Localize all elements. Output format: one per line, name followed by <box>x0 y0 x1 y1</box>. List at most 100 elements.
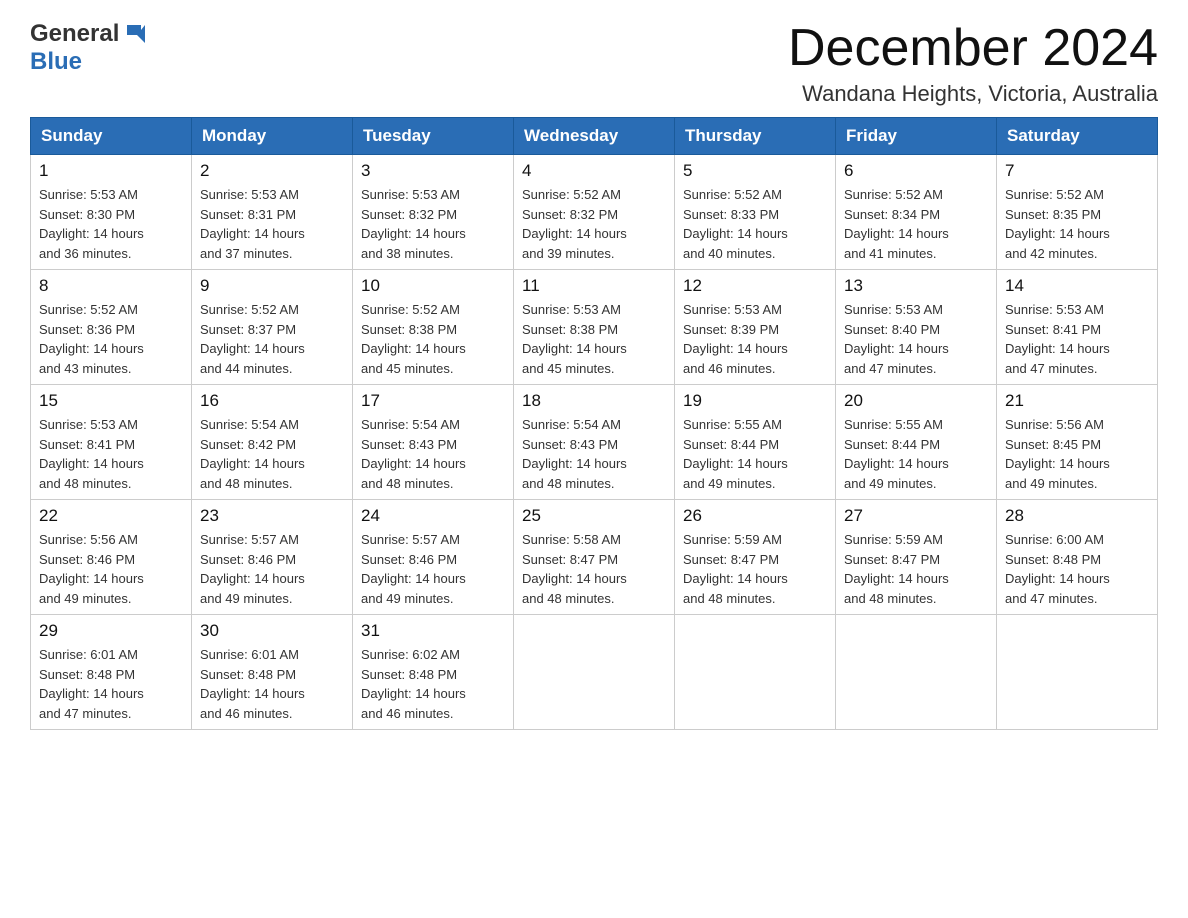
logo-general-text: General <box>30 20 119 48</box>
day-number: 15 <box>39 391 183 411</box>
col-tuesday: Tuesday <box>353 118 514 155</box>
day-info: Sunrise: 5:52 AM Sunset: 8:34 PM Dayligh… <box>844 185 988 263</box>
day-info: Sunrise: 5:58 AM Sunset: 8:47 PM Dayligh… <box>522 530 666 608</box>
day-number: 25 <box>522 506 666 526</box>
calendar-cell: 31 Sunrise: 6:02 AM Sunset: 8:48 PM Dayl… <box>353 615 514 730</box>
calendar-cell: 19 Sunrise: 5:55 AM Sunset: 8:44 PM Dayl… <box>675 385 836 500</box>
calendar-cell: 17 Sunrise: 5:54 AM Sunset: 8:43 PM Dayl… <box>353 385 514 500</box>
calendar-cell: 30 Sunrise: 6:01 AM Sunset: 8:48 PM Dayl… <box>192 615 353 730</box>
day-number: 20 <box>844 391 988 411</box>
day-number: 5 <box>683 161 827 181</box>
day-number: 8 <box>39 276 183 296</box>
day-info: Sunrise: 5:56 AM Sunset: 8:46 PM Dayligh… <box>39 530 183 608</box>
calendar-cell: 22 Sunrise: 5:56 AM Sunset: 8:46 PM Dayl… <box>31 500 192 615</box>
day-number: 12 <box>683 276 827 296</box>
calendar-cell: 1 Sunrise: 5:53 AM Sunset: 8:30 PM Dayli… <box>31 155 192 270</box>
calendar-cell: 9 Sunrise: 5:52 AM Sunset: 8:37 PM Dayli… <box>192 270 353 385</box>
day-number: 1 <box>39 161 183 181</box>
day-info: Sunrise: 5:52 AM Sunset: 8:32 PM Dayligh… <box>522 185 666 263</box>
day-info: Sunrise: 5:53 AM Sunset: 8:41 PM Dayligh… <box>39 415 183 493</box>
day-number: 30 <box>200 621 344 641</box>
calendar-cell: 13 Sunrise: 5:53 AM Sunset: 8:40 PM Dayl… <box>836 270 997 385</box>
col-wednesday: Wednesday <box>514 118 675 155</box>
day-info: Sunrise: 5:59 AM Sunset: 8:47 PM Dayligh… <box>844 530 988 608</box>
day-number: 9 <box>200 276 344 296</box>
calendar-cell: 23 Sunrise: 5:57 AM Sunset: 8:46 PM Dayl… <box>192 500 353 615</box>
day-number: 2 <box>200 161 344 181</box>
day-number: 13 <box>844 276 988 296</box>
day-number: 31 <box>361 621 505 641</box>
day-number: 29 <box>39 621 183 641</box>
day-number: 10 <box>361 276 505 296</box>
calendar-week-row-1: 1 Sunrise: 5:53 AM Sunset: 8:30 PM Dayli… <box>31 155 1158 270</box>
day-number: 24 <box>361 506 505 526</box>
calendar-subtitle: Wandana Heights, Victoria, Australia <box>788 81 1158 107</box>
day-info: Sunrise: 5:52 AM Sunset: 8:36 PM Dayligh… <box>39 300 183 378</box>
day-number: 7 <box>1005 161 1149 181</box>
page-header: General Blue December 2024 Wandana Heigh… <box>30 20 1158 107</box>
day-info: Sunrise: 5:52 AM Sunset: 8:35 PM Dayligh… <box>1005 185 1149 263</box>
col-sunday: Sunday <box>31 118 192 155</box>
day-info: Sunrise: 5:53 AM Sunset: 8:31 PM Dayligh… <box>200 185 344 263</box>
calendar-cell: 5 Sunrise: 5:52 AM Sunset: 8:33 PM Dayli… <box>675 155 836 270</box>
calendar-cell: 24 Sunrise: 5:57 AM Sunset: 8:46 PM Dayl… <box>353 500 514 615</box>
day-info: Sunrise: 5:52 AM Sunset: 8:33 PM Dayligh… <box>683 185 827 263</box>
day-info: Sunrise: 6:01 AM Sunset: 8:48 PM Dayligh… <box>39 645 183 723</box>
calendar-cell: 18 Sunrise: 5:54 AM Sunset: 8:43 PM Dayl… <box>514 385 675 500</box>
col-friday: Friday <box>836 118 997 155</box>
calendar-cell: 11 Sunrise: 5:53 AM Sunset: 8:38 PM Dayl… <box>514 270 675 385</box>
calendar-table: Sunday Monday Tuesday Wednesday Thursday… <box>30 117 1158 730</box>
day-info: Sunrise: 5:54 AM Sunset: 8:43 PM Dayligh… <box>361 415 505 493</box>
day-info: Sunrise: 5:56 AM Sunset: 8:45 PM Dayligh… <box>1005 415 1149 493</box>
day-info: Sunrise: 5:59 AM Sunset: 8:47 PM Dayligh… <box>683 530 827 608</box>
day-number: 3 <box>361 161 505 181</box>
day-number: 27 <box>844 506 988 526</box>
calendar-cell: 28 Sunrise: 6:00 AM Sunset: 8:48 PM Dayl… <box>997 500 1158 615</box>
calendar-cell: 10 Sunrise: 5:52 AM Sunset: 8:38 PM Dayl… <box>353 270 514 385</box>
day-info: Sunrise: 6:02 AM Sunset: 8:48 PM Dayligh… <box>361 645 505 723</box>
calendar-cell: 27 Sunrise: 5:59 AM Sunset: 8:47 PM Dayl… <box>836 500 997 615</box>
calendar-cell: 25 Sunrise: 5:58 AM Sunset: 8:47 PM Dayl… <box>514 500 675 615</box>
calendar-cell: 29 Sunrise: 6:01 AM Sunset: 8:48 PM Dayl… <box>31 615 192 730</box>
day-info: Sunrise: 5:55 AM Sunset: 8:44 PM Dayligh… <box>683 415 827 493</box>
day-number: 23 <box>200 506 344 526</box>
day-info: Sunrise: 5:53 AM Sunset: 8:32 PM Dayligh… <box>361 185 505 263</box>
day-number: 26 <box>683 506 827 526</box>
calendar-cell <box>836 615 997 730</box>
day-info: Sunrise: 5:53 AM Sunset: 8:30 PM Dayligh… <box>39 185 183 263</box>
day-number: 6 <box>844 161 988 181</box>
calendar-cell: 12 Sunrise: 5:53 AM Sunset: 8:39 PM Dayl… <box>675 270 836 385</box>
calendar-week-row-4: 22 Sunrise: 5:56 AM Sunset: 8:46 PM Dayl… <box>31 500 1158 615</box>
day-number: 22 <box>39 506 183 526</box>
calendar-cell: 20 Sunrise: 5:55 AM Sunset: 8:44 PM Dayl… <box>836 385 997 500</box>
logo-blue-text: Blue <box>30 48 82 75</box>
day-number: 11 <box>522 276 666 296</box>
day-number: 4 <box>522 161 666 181</box>
logo-flag-icon <box>123 21 145 48</box>
day-number: 19 <box>683 391 827 411</box>
day-number: 28 <box>1005 506 1149 526</box>
calendar-cell: 15 Sunrise: 5:53 AM Sunset: 8:41 PM Dayl… <box>31 385 192 500</box>
calendar-cell <box>514 615 675 730</box>
calendar-cell: 3 Sunrise: 5:53 AM Sunset: 8:32 PM Dayli… <box>353 155 514 270</box>
calendar-cell: 16 Sunrise: 5:54 AM Sunset: 8:42 PM Dayl… <box>192 385 353 500</box>
title-block: December 2024 Wandana Heights, Victoria,… <box>788 20 1158 107</box>
day-info: Sunrise: 5:57 AM Sunset: 8:46 PM Dayligh… <box>200 530 344 608</box>
day-info: Sunrise: 5:53 AM Sunset: 8:40 PM Dayligh… <box>844 300 988 378</box>
col-thursday: Thursday <box>675 118 836 155</box>
calendar-cell: 14 Sunrise: 5:53 AM Sunset: 8:41 PM Dayl… <box>997 270 1158 385</box>
calendar-week-row-2: 8 Sunrise: 5:52 AM Sunset: 8:36 PM Dayli… <box>31 270 1158 385</box>
calendar-cell: 26 Sunrise: 5:59 AM Sunset: 8:47 PM Dayl… <box>675 500 836 615</box>
calendar-header-row: Sunday Monday Tuesday Wednesday Thursday… <box>31 118 1158 155</box>
calendar-cell: 6 Sunrise: 5:52 AM Sunset: 8:34 PM Dayli… <box>836 155 997 270</box>
calendar-cell <box>997 615 1158 730</box>
day-info: Sunrise: 6:00 AM Sunset: 8:48 PM Dayligh… <box>1005 530 1149 608</box>
calendar-week-row-5: 29 Sunrise: 6:01 AM Sunset: 8:48 PM Dayl… <box>31 615 1158 730</box>
day-number: 17 <box>361 391 505 411</box>
day-info: Sunrise: 6:01 AM Sunset: 8:48 PM Dayligh… <box>200 645 344 723</box>
day-info: Sunrise: 5:53 AM Sunset: 8:38 PM Dayligh… <box>522 300 666 378</box>
col-saturday: Saturday <box>997 118 1158 155</box>
day-number: 18 <box>522 391 666 411</box>
day-info: Sunrise: 5:53 AM Sunset: 8:41 PM Dayligh… <box>1005 300 1149 378</box>
calendar-week-row-3: 15 Sunrise: 5:53 AM Sunset: 8:41 PM Dayl… <box>31 385 1158 500</box>
